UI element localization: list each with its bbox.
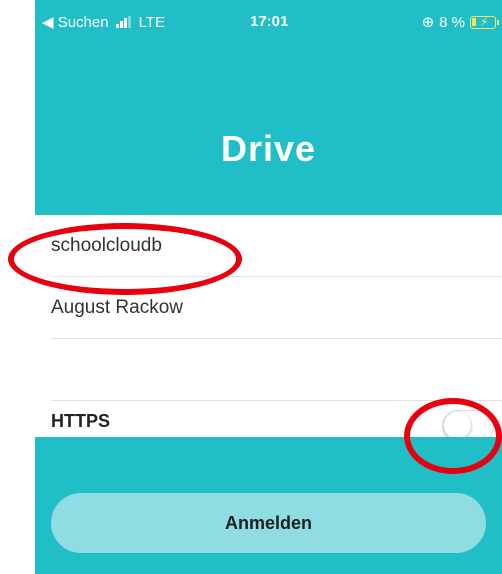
login-button[interactable]: Anmelden (51, 493, 486, 553)
toggle-knob (444, 412, 471, 439)
login-form: HTTPS (35, 215, 502, 442)
status-right: ⊕ 8 % ⚡ (421, 13, 499, 31)
username-input[interactable] (51, 296, 502, 319)
battery-charging-icon: ⚡ (470, 15, 499, 29)
server-input[interactable] (51, 234, 502, 257)
server-row (51, 215, 502, 277)
network-type: LTE (138, 13, 165, 31)
password-row (51, 339, 502, 401)
status-time: 17:01 (250, 13, 289, 30)
header: ◀ Suchen LTE 17:01 ⊕ 8 % ⚡ Drive (35, 0, 502, 215)
password-input[interactable] (51, 358, 502, 381)
status-bar: ◀ Suchen LTE 17:01 ⊕ 8 % ⚡ (35, 0, 502, 44)
status-left: ◀ Suchen LTE (42, 13, 165, 32)
footer: Anmelden (35, 437, 502, 574)
orientation-lock-icon: ⊕ (421, 14, 435, 31)
signal-icon (115, 16, 131, 28)
username-row (51, 277, 502, 339)
battery-percent: 8 % (439, 13, 465, 31)
login-screen: ◀ Suchen LTE 17:01 ⊕ 8 % ⚡ Drive HTTPS (35, 0, 502, 574)
back-to-search-link[interactable]: ◀ Suchen (42, 13, 109, 31)
https-label: HTTPS (51, 411, 111, 431)
app-title: Drive (220, 128, 317, 169)
https-row: HTTPS (51, 401, 502, 442)
